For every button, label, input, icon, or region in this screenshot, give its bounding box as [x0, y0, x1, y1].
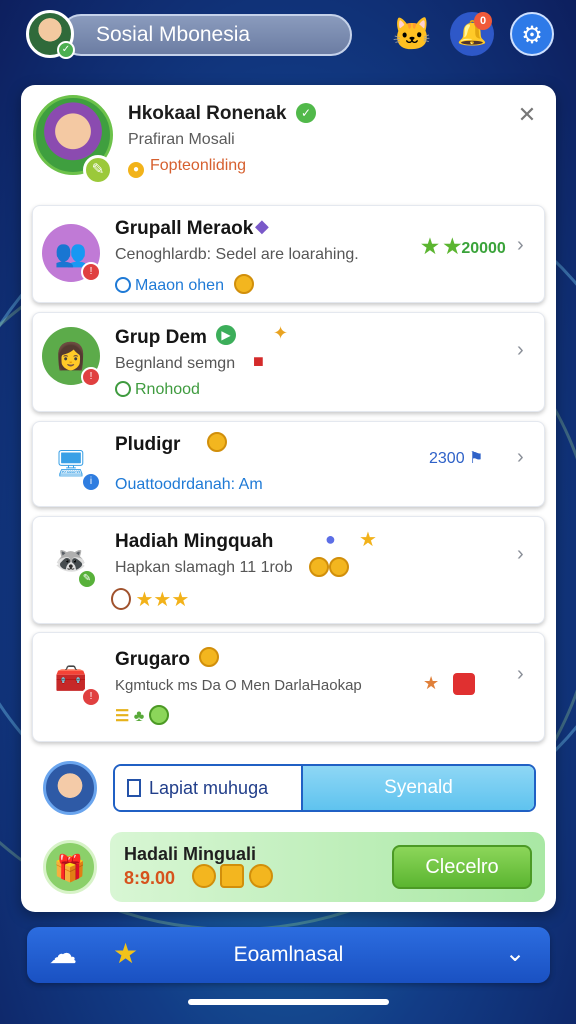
top-bar: Sosial Mbonesia ✓ 🐱 🔔 0 ⚙: [0, 0, 576, 72]
notification-count: 0: [474, 12, 492, 30]
reward-title: Hadali Minguali: [124, 844, 257, 864]
home-indicator[interactable]: [188, 999, 389, 1005]
card-subtitle: Begnland semgn: [115, 355, 236, 372]
list-item[interactable]: 👩 ! Grup Dem ▶ ✦ Begnland semgn ■ Rnohoo…: [32, 312, 545, 412]
badge-icon: ■: [253, 351, 264, 371]
star-icon: ★: [421, 236, 439, 258]
chevron-right-icon[interactable]: ›: [517, 339, 524, 362]
card-subtitle: Kgmtuck ms Da O Men DarlaHaokap: [115, 677, 362, 694]
star-icon: ★: [171, 589, 190, 611]
leaf-badge-icon: ✎: [83, 155, 113, 185]
check-badge-icon: ✓: [57, 41, 75, 59]
card-meta-text: Rnohood: [135, 381, 200, 398]
coin-icon: [199, 647, 219, 668]
bolt-icon: ⚑: [469, 450, 484, 467]
coin-stack-icon: [192, 864, 292, 894]
card-meta-icons: ☰ ♣: [115, 705, 169, 726]
card-title: Pludigr: [115, 434, 181, 455]
card-value-text: 20000: [461, 240, 506, 257]
weekly-reward-bar: Hadali Minguali 8:9.00 Clecelro: [110, 832, 545, 902]
alert-badge-icon: !: [81, 367, 101, 387]
star-icon: ★: [359, 529, 377, 551]
star-icon: ★: [153, 589, 172, 611]
badge-icon: ★: [423, 673, 440, 693]
search-left-label: Lapiat muhuga: [149, 778, 269, 798]
bars-icon: ☰: [115, 708, 130, 725]
coin-icon: ●: [128, 162, 144, 178]
wrench-badge-icon: ✎: [77, 569, 97, 589]
search-left-button[interactable]: Lapiat muhuga: [115, 766, 301, 810]
play-icon: ▶: [216, 325, 236, 345]
gift-box-icon: 🎁: [43, 840, 97, 894]
medal-icon: [111, 588, 131, 610]
reward-amount: 8:9.00: [124, 868, 176, 888]
card-title: Grugaro: [115, 649, 190, 670]
card-meta: Maaon ohen: [115, 274, 255, 295]
app-title: Sosial Mbonesia: [60, 14, 352, 56]
coin-icon: [207, 432, 227, 453]
green-coin-icon: [148, 705, 169, 725]
card-title: Grupall Meraok: [115, 218, 254, 239]
alert-badge-icon: !: [81, 687, 101, 707]
chevron-right-icon[interactable]: ›: [517, 446, 524, 469]
alert-badge-icon: !: [81, 262, 101, 282]
chevron-down-icon[interactable]: ⌄: [505, 939, 525, 968]
card-meta-text: Maaon ohen: [135, 277, 224, 294]
search-combo[interactable]: Lapiat muhuga Syenald: [113, 764, 536, 812]
card-title: Grup Dem: [115, 327, 207, 348]
gift-icon: ✦: [273, 323, 289, 343]
info-icon: [115, 277, 131, 293]
cat-mascot-icon[interactable]: 🐱: [390, 12, 434, 56]
list-item[interactable]: 🖥 i Pludigr Ouattoodrdanah: Am 2300 ⚑ ›: [32, 421, 545, 507]
coin-icon: [234, 274, 255, 294]
card-subtitle: Hapkan slamagh 11 1rob: [115, 559, 293, 576]
card-value-text: 2300: [429, 450, 465, 467]
star-icon: ★: [443, 236, 462, 258]
bottom-nav: ☁ ★ Eoamlnasal ⌄: [27, 927, 550, 983]
document-icon: [127, 779, 141, 797]
plant-icon: ♣: [133, 708, 145, 725]
close-button[interactable]: ✕: [515, 103, 539, 127]
verified-icon: ✓: [296, 103, 316, 123]
user-avatar[interactable]: ✓: [26, 10, 75, 59]
star-icon: ★: [135, 589, 154, 611]
profile-status: ● Fopteonliding: [128, 157, 246, 178]
profile-status-text: Fopteonliding: [150, 157, 247, 174]
coin-outline-icon: [115, 381, 131, 397]
claim-button[interactable]: Clecelro: [392, 845, 532, 889]
chevron-right-icon[interactable]: ›: [517, 234, 524, 257]
profile-name: Hkokaal Ronenak: [128, 103, 287, 124]
monster-icon: ●: [325, 529, 336, 549]
flag-icon: [453, 673, 475, 695]
gear-icon[interactable]: ⚙: [510, 12, 554, 56]
profile-header: ✎ Hkokaal Ronenak ✓ Prafiran Mosali ● Fop…: [21, 85, 556, 197]
card-value: ★ ★20000: [421, 234, 506, 259]
chevron-right-icon[interactable]: ›: [517, 663, 524, 686]
coin-stack-icon: [309, 557, 349, 578]
list-item[interactable]: 🦝 ✎ Hadiah Mingquah ● ★ Hapkan slamagh 1…: [32, 516, 545, 624]
cube-icon: ◆: [255, 216, 269, 236]
mini-avatar[interactable]: [43, 761, 97, 815]
main-panel: ✎ Hkokaal Ronenak ✓ Prafiran Mosali ● Fop…: [21, 85, 556, 912]
card-value: 2300 ⚑: [429, 448, 483, 468]
chevron-right-icon[interactable]: ›: [517, 543, 524, 566]
card-meta: Ouattoodrdanah: Am: [115, 476, 263, 493]
card-title: Hadiah Mingquah: [115, 531, 274, 552]
search-right-button[interactable]: Syenald: [301, 766, 534, 810]
card-meta: Rnohood: [115, 381, 200, 399]
profile-subtitle: Prafiran Mosali: [128, 131, 235, 148]
list-item[interactable]: 🧰 ! Grugaro Kgmtuck ms Da O Men DarlaHao…: [32, 632, 545, 742]
info-badge-icon: i: [81, 472, 101, 492]
rating-stars: ★★★: [111, 587, 189, 612]
list-item[interactable]: 👥 ! Grupall Meraok ◆ Cenoghlardb: Sedel …: [32, 205, 545, 303]
card-subtitle: Cenoghlardb: Sedel are loarahing.: [115, 246, 359, 263]
nav-label[interactable]: Eoamlnasal: [27, 943, 550, 967]
